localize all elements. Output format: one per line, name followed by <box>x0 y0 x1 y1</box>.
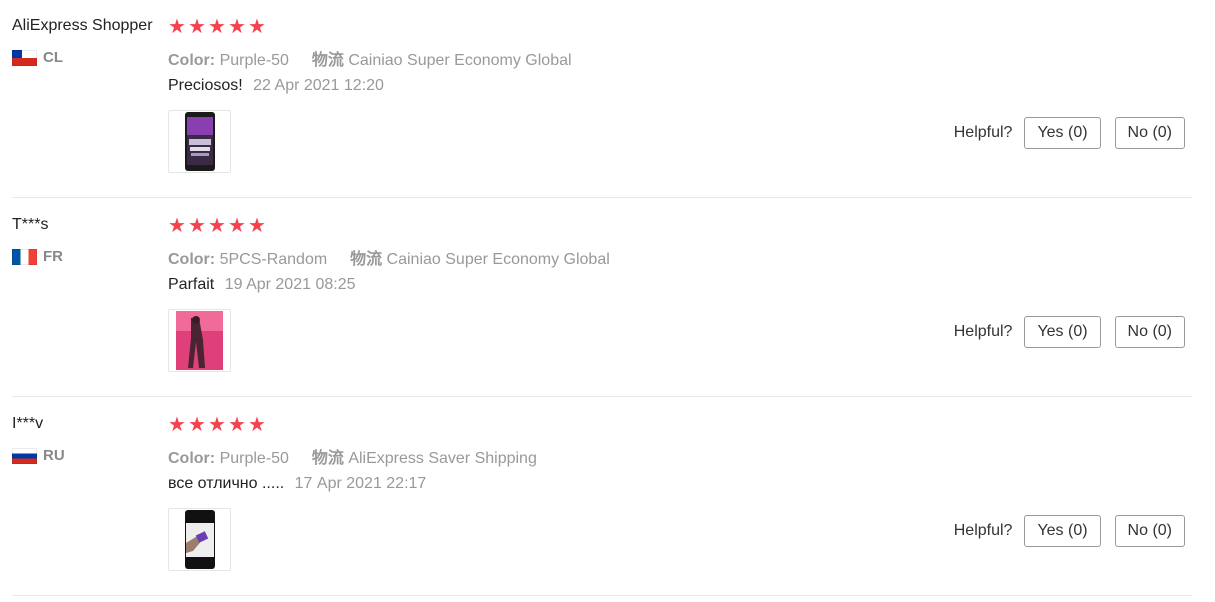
star-icon: ★ <box>168 414 186 436</box>
star-icon: ★ <box>188 215 206 237</box>
chile-flag-icon <box>12 49 37 66</box>
reviewer-name: I***v <box>12 415 44 432</box>
helpful-yes-button[interactable]: Yes (0) <box>1024 515 1101 547</box>
star-icon: ★ <box>168 215 186 237</box>
star-icon: ★ <box>208 16 226 38</box>
country-code: RU <box>43 447 65 464</box>
star-rating: ★ ★ ★ ★ ★ <box>168 17 266 37</box>
helpful-no-button[interactable]: No (0) <box>1114 117 1185 149</box>
star-rating: ★ ★ ★ ★ ★ <box>168 216 266 236</box>
helpful-yes-button[interactable]: Yes (0) <box>1024 117 1101 149</box>
helpful-label: Helpful? <box>953 522 1013 539</box>
color-label: Color: <box>168 450 216 467</box>
star-icon: ★ <box>228 16 246 38</box>
helpful-yes-button[interactable]: Yes (0) <box>1024 316 1101 348</box>
review-item: AliExpress Shopper CL ★ ★ ★ ★ ★ Color: P… <box>0 0 1215 199</box>
helpful-no-button[interactable]: No (0) <box>1114 316 1185 348</box>
country-code: CL <box>43 49 63 66</box>
color-label: Color: <box>168 251 216 268</box>
review-content: Preciosos! 22 Apr 2021 12:20 <box>168 77 384 95</box>
review-divider <box>12 396 1192 397</box>
review-content: Parfait 19 Apr 2021 08:25 <box>168 276 355 294</box>
shipping-value: Cainiao Super Economy Global <box>348 52 572 69</box>
shipping-label: 物流 <box>350 251 383 268</box>
shipping-value: Cainiao Super Economy Global <box>386 251 610 268</box>
review-sku-info: Color: 5PCS-Random 物流 Cainiao Super Econ… <box>168 245 610 269</box>
russia-flag-icon <box>12 447 37 464</box>
review-date: 22 Apr 2021 12:20 <box>253 77 384 94</box>
star-icon: ★ <box>248 16 266 38</box>
star-icon: ★ <box>228 215 246 237</box>
helpful-vote: Helpful? Yes (0) No (0) <box>954 515 1185 547</box>
reviewer-name: AliExpress Shopper <box>12 17 153 34</box>
helpful-no-button[interactable]: No (0) <box>1114 515 1185 547</box>
review-photo[interactable] <box>168 110 231 173</box>
country-code: FR <box>43 248 63 265</box>
reviewer-name: T***s <box>12 216 49 233</box>
review-content: все отлично ..... 17 Apr 2021 22:17 <box>168 475 426 493</box>
star-icon: ★ <box>168 16 186 38</box>
color-label: Color: <box>168 52 216 69</box>
review-sku-info: Color: Purple-50 物流 Cainiao Super Econom… <box>168 46 572 70</box>
star-icon: ★ <box>228 414 246 436</box>
shipping-label: 物流 <box>311 52 344 69</box>
review-sku-info: Color: Purple-50 物流 AliExpress Saver Shi… <box>168 444 537 468</box>
review-divider <box>12 197 1192 198</box>
shipping-label: 物流 <box>311 450 344 467</box>
color-value: 5PCS-Random <box>219 251 328 268</box>
review-photo[interactable] <box>168 508 231 571</box>
reviewer-country: CL <box>12 49 63 66</box>
review-text: Parfait <box>168 276 215 293</box>
star-icon: ★ <box>208 414 226 436</box>
review-item: T***s FR ★ ★ ★ ★ ★ Color: 5PCS-Random 物流… <box>0 199 1215 398</box>
reviewer-country: RU <box>12 447 65 464</box>
star-icon: ★ <box>188 414 206 436</box>
review-divider <box>12 595 1192 596</box>
reviewer-country: FR <box>12 248 63 265</box>
star-icon: ★ <box>248 414 266 436</box>
review-photo[interactable] <box>168 309 231 372</box>
star-icon: ★ <box>248 215 266 237</box>
france-flag-icon <box>12 248 37 265</box>
helpful-vote: Helpful? Yes (0) No (0) <box>954 316 1185 348</box>
helpful-vote: Helpful? Yes (0) No (0) <box>954 117 1185 149</box>
review-date: 19 Apr 2021 08:25 <box>224 276 356 293</box>
star-icon: ★ <box>188 16 206 38</box>
shipping-value: AliExpress Saver Shipping <box>348 450 537 467</box>
color-value: Purple-50 <box>219 450 289 467</box>
review-date: 17 Apr 2021 22:17 <box>294 475 427 492</box>
color-value: Purple-50 <box>219 52 289 69</box>
star-icon: ★ <box>208 215 226 237</box>
star-rating: ★ ★ ★ ★ ★ <box>168 415 266 435</box>
helpful-label: Helpful? <box>953 124 1013 141</box>
review-text: Preciosos! <box>168 77 243 94</box>
review-text: все отлично ..... <box>168 475 285 492</box>
helpful-label: Helpful? <box>953 323 1013 340</box>
review-item: I***v RU ★ ★ ★ ★ ★ Color: Purple-50 物流 A… <box>0 398 1215 597</box>
